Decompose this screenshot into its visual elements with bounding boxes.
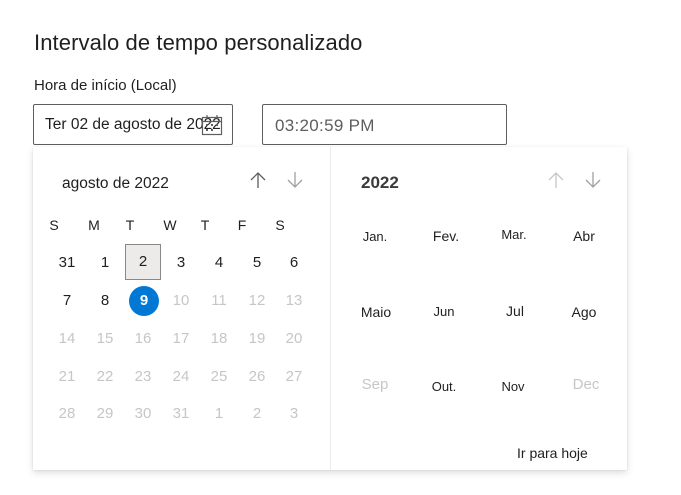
month-cell[interactable]: Mar. (484, 227, 544, 242)
day-cell-prev-month[interactable]: 31 (49, 245, 85, 281)
day-cell-today[interactable]: 9 (126, 283, 162, 319)
month-cell[interactable]: Nov (483, 379, 543, 394)
day-cell-disabled: 16 (134, 330, 152, 347)
weekday-label: T (125, 217, 135, 233)
day-cell-disabled: 17 (172, 330, 190, 347)
date-picker-callout: agosto de 2022 S M T W T F S 31 1 2 3 4 … (33, 147, 627, 470)
start-date-value: Ter 02 de agosto de 2022 (45, 116, 221, 133)
start-time-field[interactable]: 03:20:59 PM (262, 104, 507, 145)
next-month-arrow-icon[interactable] (284, 169, 306, 191)
day-cell-disabled: 10 (172, 292, 190, 309)
start-time-value: 03:20:59 PM (275, 116, 375, 135)
day-cell-disabled: 26 (248, 368, 266, 385)
previous-month-arrow-icon[interactable] (247, 169, 269, 191)
day-cell-selected[interactable]: 2 (125, 244, 161, 280)
month-cell[interactable]: Jul (485, 303, 545, 319)
day-cell-disabled: 3 (289, 405, 299, 422)
day-cell-disabled: 19 (248, 330, 266, 347)
start-date-field[interactable]: Ter 02 de agosto de 2022 (33, 104, 233, 145)
month-cell[interactable]: Out. (414, 379, 474, 394)
month-year-label[interactable]: agosto de 2022 (62, 175, 169, 193)
calendar-icon[interactable] (201, 114, 223, 136)
month-cell-disabled: Sep (361, 376, 389, 393)
day-cell[interactable]: 6 (276, 245, 312, 281)
day-cell-disabled: 23 (134, 368, 152, 385)
page-title: Intervalo de tempo personalizado (34, 30, 363, 55)
month-cell[interactable]: Jan. (345, 229, 405, 244)
day-cell[interactable]: 7 (49, 283, 85, 319)
day-cell-disabled: 15 (96, 330, 114, 347)
day-cell-disabled: 14 (58, 330, 76, 347)
day-cell-disabled: 28 (58, 405, 76, 422)
weekday-label: T (200, 217, 210, 233)
next-year-arrow-icon[interactable] (582, 169, 604, 191)
weekday-label: W (163, 217, 177, 233)
year-label[interactable]: 2022 (361, 173, 399, 193)
month-cell[interactable]: Abr (554, 228, 614, 244)
day-cell[interactable]: 1 (87, 245, 123, 281)
weekday-label: S (49, 217, 59, 233)
day-cell-disabled: 18 (210, 330, 228, 347)
day-cell-disabled: 31 (172, 405, 190, 422)
calendar-divider (330, 147, 331, 470)
day-cell-disabled: 1 (214, 405, 224, 422)
go-to-today-link[interactable]: Ir para hoje (517, 445, 588, 461)
weekday-label: S (275, 217, 285, 233)
day-cell[interactable]: 3 (163, 245, 199, 281)
day-cell-disabled: 29 (96, 405, 114, 422)
day-cell-disabled: 12 (248, 292, 266, 309)
month-cell-disabled: Dec (572, 376, 600, 393)
day-cell-disabled: 21 (58, 368, 76, 385)
start-time-label: Hora de início (Local) (34, 77, 177, 94)
weekday-label: M (88, 217, 100, 233)
day-cell-disabled: 2 (252, 405, 262, 422)
day-cell-disabled: 25 (210, 368, 228, 385)
day-cell-disabled: 20 (285, 330, 303, 347)
day-cell-disabled: 24 (172, 368, 190, 385)
day-cell-disabled: 11 (211, 292, 227, 309)
day-cell-disabled: 30 (134, 405, 152, 422)
day-cell[interactable]: 4 (201, 245, 237, 281)
month-cell[interactable]: Maio (346, 304, 406, 320)
day-cell-disabled: 13 (285, 292, 303, 309)
weekday-label: F (237, 217, 247, 233)
month-cell[interactable]: Ago (554, 304, 614, 320)
time-range-panel: Intervalo de tempo personalizado Hora de… (0, 0, 681, 495)
month-cell[interactable]: Jun (414, 304, 474, 319)
day-cell-disabled: 27 (285, 368, 303, 385)
day-cell[interactable]: 5 (239, 245, 275, 281)
day-cell[interactable]: 8 (87, 283, 123, 319)
month-cell[interactable]: Fev. (416, 228, 476, 244)
previous-year-arrow-icon[interactable] (545, 169, 567, 191)
today-day-number: 9 (129, 286, 159, 316)
day-cell-disabled: 22 (96, 368, 114, 385)
